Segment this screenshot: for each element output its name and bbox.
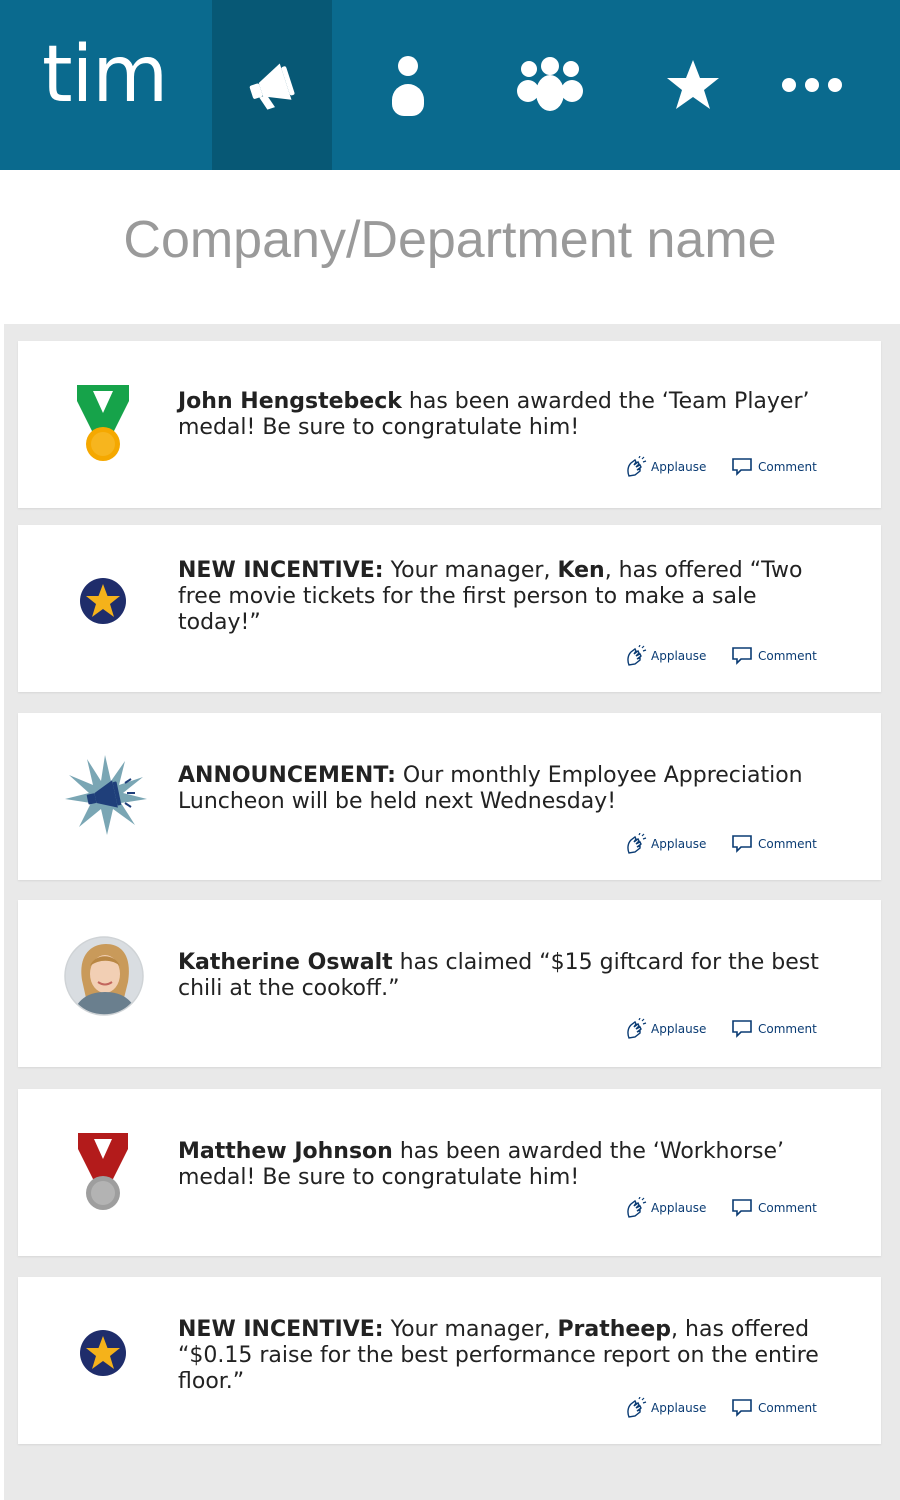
comment-button[interactable]: Comment (732, 1197, 817, 1219)
applause-button[interactable]: Applause (625, 645, 706, 667)
feed-message: NEW INCENTIVE: Your manager, Ken, has of… (178, 558, 803, 635)
applause-icon (627, 1197, 647, 1218)
comment-button[interactable]: Comment (732, 1018, 817, 1040)
applause-icon (627, 456, 647, 477)
tab-more[interactable] (752, 0, 872, 170)
feed-message: ANNOUNCEMENT: Our monthly Employee Appre… (178, 763, 803, 814)
feed-card: ANNOUNCEMENT: Our monthly Employee Appre… (18, 713, 881, 880)
comment-icon (732, 458, 752, 476)
top-nav-bar: tim (0, 0, 900, 170)
tab-announcements[interactable] (212, 0, 332, 170)
incentive-star-icon (80, 1330, 126, 1376)
feed-message: John Hengstebeck has been awarded the ‘T… (178, 389, 810, 440)
comment-button[interactable]: Comment (732, 645, 817, 667)
avatar-photo[interactable] (64, 936, 144, 1016)
feed-message: Katherine Oswalt has claimed “$15 giftca… (178, 950, 819, 1001)
comment-icon (732, 1199, 752, 1217)
comment-icon (732, 1399, 752, 1417)
applause-icon (627, 1018, 647, 1039)
feed-message: Matthew Johnson has been awarded the ‘Wo… (178, 1139, 784, 1190)
app-logo[interactable]: tim (42, 30, 168, 120)
feed-card: NEW INCENTIVE: Your manager, Pratheep, h… (18, 1277, 881, 1444)
applause-button[interactable]: Applause (625, 456, 706, 478)
red-medal-icon (78, 1133, 128, 1210)
megaphone-icon (249, 63, 295, 110)
applause-button[interactable]: Applause (625, 1197, 706, 1219)
applause-button[interactable]: Applause (625, 833, 706, 855)
feed-message: NEW INCENTIVE: Your manager, Pratheep, h… (178, 1317, 819, 1394)
more-icon (782, 78, 842, 92)
person-icon (392, 56, 424, 116)
applause-icon (627, 645, 647, 666)
applause-icon (627, 1397, 647, 1418)
comment-button[interactable]: Comment (732, 456, 817, 478)
tab-favorites[interactable] (633, 0, 753, 170)
comment-icon (732, 835, 752, 853)
comment-icon (732, 1020, 752, 1038)
applause-button[interactable]: Applause (625, 1397, 706, 1419)
feed-card: Katherine Oswalt has claimed “$15 giftca… (18, 900, 881, 1067)
green-medal-icon (77, 385, 129, 461)
page-title: Company/Department name (123, 211, 777, 269)
star-icon (667, 60, 719, 109)
applause-icon (627, 833, 647, 854)
tab-profile[interactable] (348, 0, 468, 170)
comment-button[interactable]: Comment (732, 1397, 817, 1419)
group-icon (517, 57, 583, 111)
tab-team[interactable] (490, 0, 610, 170)
feed-card: Matthew Johnson has been awarded the ‘Wo… (18, 1089, 881, 1256)
feed-card: NEW INCENTIVE: Your manager, Ken, has of… (18, 525, 881, 692)
comment-icon (732, 647, 752, 665)
announcement-burst-icon (65, 755, 147, 835)
incentive-star-icon (80, 578, 126, 624)
feed-card: John Hengstebeck has been awarded the ‘T… (18, 341, 881, 508)
applause-button[interactable]: Applause (625, 1018, 706, 1040)
comment-button[interactable]: Comment (732, 833, 817, 855)
